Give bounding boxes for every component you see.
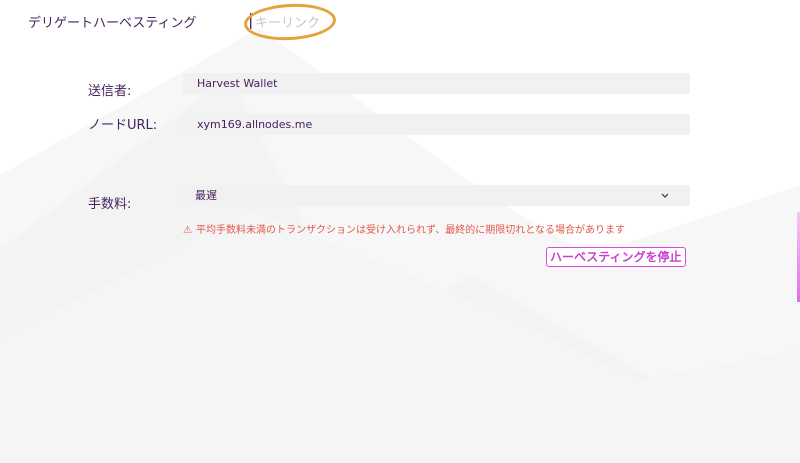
sender-field: Harvest Wallet [183, 73, 690, 94]
fee-select[interactable]: 最遅 [183, 185, 690, 206]
fee-warning-text: 平均手数料未満のトランザクションは受け入れられず、最終的に期限切れとなる場合があ… [195, 225, 625, 236]
fee-select-value: 最遅 [195, 189, 217, 202]
harvesting-form: 送信者: Harvest Wallet ノードURL: xym169.allno… [0, 0, 800, 463]
sender-label: 送信者: [88, 84, 132, 99]
node-url-field[interactable]: xym169.allnodes.me [183, 114, 690, 135]
stop-harvesting-button[interactable]: ハーベスティングを停止 [546, 247, 686, 267]
fee-label: 手数料: [88, 197, 132, 212]
chevron-down-icon [660, 185, 670, 214]
warning-triangle-icon: ⚠ [183, 225, 192, 236]
node-url-label: ノードURL: [88, 118, 158, 133]
fee-warning: ⚠ 平均手数料未満のトランザクションは受け入れられず、最終的に期限切れとなる場合が… [183, 221, 625, 236]
